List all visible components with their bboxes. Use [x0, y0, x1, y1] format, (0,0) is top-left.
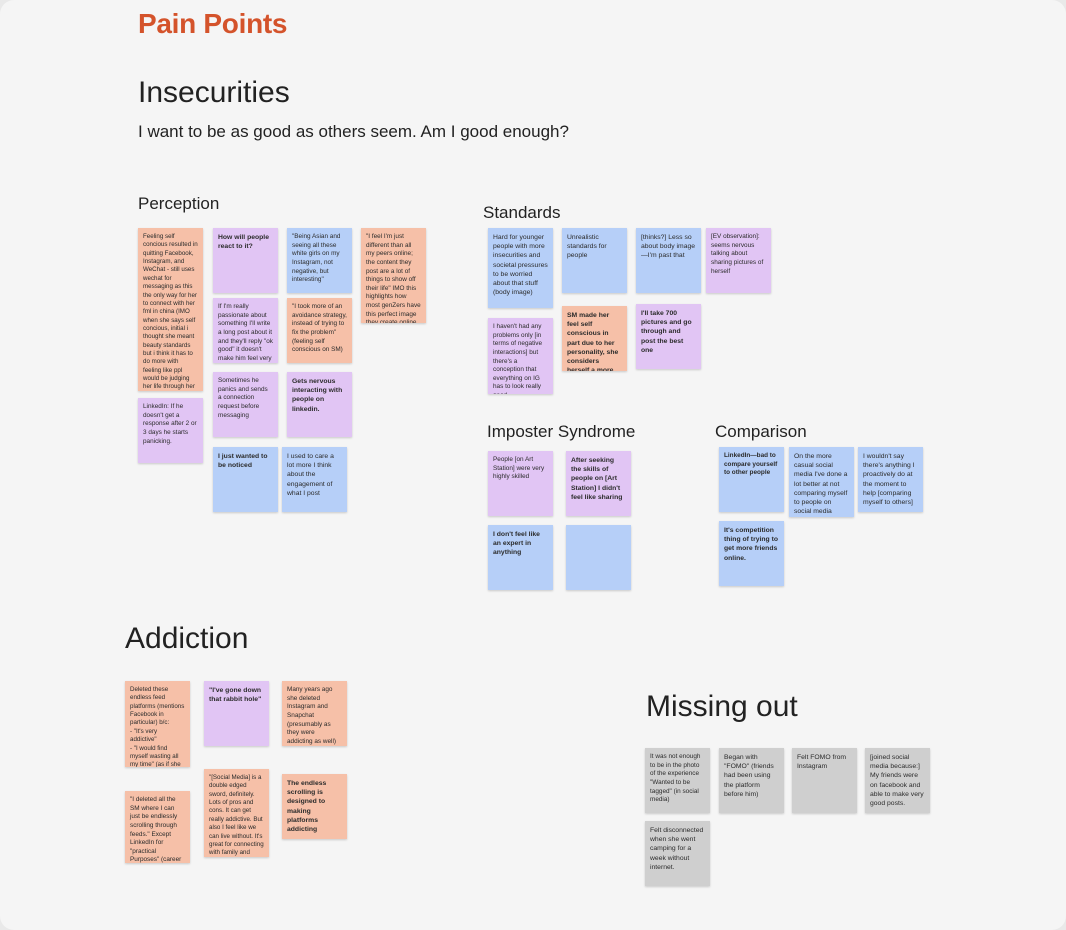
sticky-note[interactable]: [EV observation]: seems nervous talking …	[706, 228, 771, 293]
sticky-note[interactable]: I haven't had any problems only [in term…	[488, 318, 553, 394]
group-title-imposter-syndrome: Imposter Syndrome	[487, 422, 636, 441]
sticky-note[interactable]: People [on Art Station] were very highly…	[488, 451, 553, 516]
sticky-note[interactable]: LinkedIn: If he doesn't get a response a…	[138, 398, 203, 463]
sticky-note[interactable]: Hard for younger people with more insecu…	[488, 228, 553, 308]
sticky-note[interactable]	[566, 525, 631, 590]
sticky-note[interactable]: "I took more of an avoidance strategy, i…	[287, 298, 352, 363]
sticky-note[interactable]: On the more casual social media I've don…	[789, 447, 854, 517]
sticky-note[interactable]: Deleted these endless feed platforms (me…	[125, 681, 190, 767]
sticky-note[interactable]: LinkedIn—bad to compare yourself to othe…	[719, 447, 784, 512]
sticky-note[interactable]: Began with "FOMO" (friends had been usin…	[719, 748, 784, 813]
sticky-note[interactable]: Gets nervous interacting with people on …	[287, 372, 352, 437]
section-title-addiction: Addiction	[125, 622, 249, 655]
sticky-note[interactable]: Many years ago she deleted Instagram and…	[282, 681, 347, 746]
group-title-standards: Standards	[483, 203, 561, 222]
sticky-note[interactable]: I don't feel like an expert in anything	[488, 525, 553, 590]
page-title: Pain Points	[138, 8, 288, 39]
group-title-comparison: Comparison	[715, 422, 807, 441]
sticky-note[interactable]: The endless scrolling is designed to mak…	[282, 774, 347, 839]
sticky-note[interactable]: I wouldn't say there's anything I proact…	[858, 447, 923, 512]
sticky-note[interactable]: It was not enough to be in the photo of …	[645, 748, 710, 813]
sticky-note[interactable]: I'll take 700 pictures and go through an…	[636, 304, 701, 369]
group-title-perception: Perception	[138, 194, 220, 213]
sticky-note[interactable]: I just wanted to be noticed	[213, 447, 278, 512]
sticky-note[interactable]: [joined social media because:] My friend…	[865, 748, 930, 813]
section-title-missing-out: Missing out	[646, 690, 798, 723]
section-title-insecurities: Insecurities	[138, 76, 290, 109]
sticky-note[interactable]: SM made her feel self conscious in part …	[562, 306, 627, 371]
sticky-note[interactable]: Sometimes he panics and sends a connecti…	[213, 372, 278, 437]
sticky-note[interactable]: It's competition thing of trying to get …	[719, 521, 784, 586]
sticky-note[interactable]: "[Social Media] is a double edged sword,…	[204, 769, 269, 857]
sticky-note[interactable]: Unrealistic standards for people	[562, 228, 627, 293]
sticky-note[interactable]: [thinks?] Less so about body image—I'm p…	[636, 228, 701, 293]
sticky-note[interactable]: Feeling self concious resulted in quitti…	[138, 228, 203, 391]
figjam-board[interactable]: Pain Points Insecurities I want to be as…	[0, 0, 1066, 930]
sticky-note[interactable]: After seeking the skills of people on [A…	[566, 451, 631, 516]
sticky-note[interactable]: Felt FOMO from Instagram	[792, 748, 857, 813]
sticky-note[interactable]: "Being Asian and seeing all these white …	[287, 228, 352, 293]
sticky-note[interactable]: "I feel I'm just different than all my p…	[361, 228, 426, 323]
sticky-note[interactable]: I used to care a lot more I think about …	[282, 447, 347, 512]
sticky-note[interactable]: "I've gone down that rabbit hole"	[204, 681, 269, 746]
sticky-note[interactable]: How will people react to it?	[213, 228, 278, 293]
sticky-note[interactable]: Felt disconnected when she went camping …	[645, 821, 710, 886]
sticky-note[interactable]: "I deleted all the SM where I can just b…	[125, 791, 190, 863]
sticky-note[interactable]: If I'm really passionate about something…	[213, 298, 278, 363]
section-subtitle-insecurities: I want to be as good as others seem. Am …	[138, 122, 569, 141]
